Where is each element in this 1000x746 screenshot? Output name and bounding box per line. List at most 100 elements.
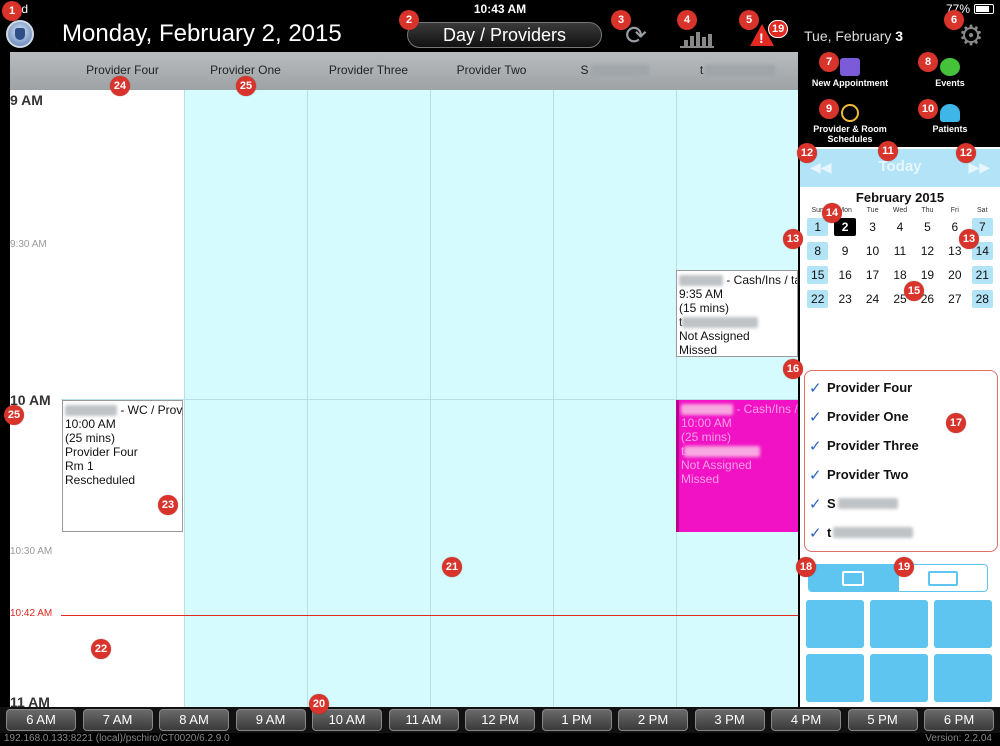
layout-tile[interactable] [870, 654, 928, 702]
column-header[interactable]: t [676, 63, 799, 77]
annotation-badge: 17 [946, 413, 966, 433]
annotation-badge: 12 [956, 143, 976, 163]
hour-button[interactable]: 9 AM [235, 709, 306, 731]
column-header[interactable]: Provider Three [307, 63, 430, 77]
patients-button[interactable]: Patients [900, 104, 1000, 134]
calendar-day[interactable]: 8 [807, 242, 829, 260]
footer: 192.168.0.133:8221 (local)/pschiro/CT002… [0, 733, 1000, 746]
schedules-button[interactable]: Provider & Room Schedules [800, 104, 900, 144]
calendar-day[interactable]: 9 [834, 242, 855, 260]
calendar-day[interactable]: 28 [971, 290, 993, 308]
calendar-day[interactable]: 24 [862, 290, 883, 308]
calendar-day[interactable]: 21 [971, 266, 993, 284]
calendar-day[interactable]: 19 [917, 266, 938, 284]
new-appointment-label: New Appointment [811, 78, 889, 88]
appointment-duration: (15 mins) [679, 301, 730, 315]
provider-filter-item[interactable]: ✓ S [805, 489, 997, 518]
layout-tile[interactable] [870, 600, 928, 648]
layout-tile[interactable] [934, 654, 992, 702]
alert-count-badge: 19 [768, 20, 789, 38]
redacted-name [705, 65, 776, 77]
annotation-badge: 6 [944, 10, 964, 30]
next-icon[interactable]: ▶▶ [968, 159, 990, 176]
calendar-day[interactable]: 20 [944, 266, 965, 284]
events-label: Events [935, 78, 965, 88]
gear-icon[interactable]: ⚙ [958, 22, 984, 50]
provider-filter-label: Provider Four [827, 380, 913, 395]
calendar-day[interactable]: 22 [807, 290, 829, 308]
column-header[interactable]: Provider Two [430, 63, 553, 77]
page-title: Monday, February 2, 2015 [62, 20, 342, 47]
annotation-badge: 8 [918, 52, 938, 72]
hour-button[interactable]: 1 PM [541, 709, 612, 731]
appointment-card[interactable]: - Cash/Ins / ta 9:35 AM (15 mins) t Not … [676, 270, 798, 357]
provider-filter-list: ✓ Provider Four ✓ Provider One ✓ Provider T… [804, 370, 998, 552]
provider-filter-label: Provider Three [827, 438, 919, 453]
annotation-badge: 9 [819, 99, 839, 119]
check-icon: ✓ [809, 437, 822, 455]
hour-button[interactable]: 6 AM [6, 709, 76, 731]
calendar-day[interactable]: 27 [944, 290, 965, 308]
redacted-name [837, 498, 898, 509]
annotation-badge: 5 [739, 10, 759, 30]
check-icon: ✓ [809, 408, 822, 426]
monitor-icon [842, 570, 864, 586]
hour-button[interactable]: 4 PM [771, 709, 841, 731]
calendar-day[interactable]: 15 [807, 266, 829, 284]
hour-button[interactable]: 2 PM [618, 709, 688, 731]
schedule-grid[interactable]: - WC / Prov 10:00 AM (25 mins) Provider … [61, 90, 798, 707]
calendar-day[interactable]: 18 [889, 266, 910, 284]
next-day-number: 3 [895, 28, 904, 44]
appointment-duration: (25 mins) [65, 431, 116, 445]
layout-tile[interactable] [806, 600, 864, 648]
layout-tile[interactable] [806, 654, 864, 702]
annotation-badge: 2 [399, 10, 419, 30]
appointment-status: Missed [679, 343, 718, 357]
appointment-time: 10:00 AM [65, 417, 116, 431]
annotation-badge: 18 [796, 557, 816, 577]
hour-button[interactable]: 7 AM [82, 709, 153, 731]
column-header[interactable]: S [553, 63, 676, 77]
hour-jump-bar: 6 AM 7 AM 8 AM 9 AM 10 AM 11 AM 12 PM 1 … [0, 707, 1000, 733]
calendar-day[interactable]: 23 [834, 290, 855, 308]
hour-button[interactable]: 12 PM [465, 709, 535, 731]
events-button[interactable]: Events [900, 58, 1000, 88]
app-logo-icon[interactable] [6, 20, 34, 48]
time-label: 9:30 AM [10, 239, 47, 250]
provider-filter-item[interactable]: ✓ Provider Four [805, 373, 997, 402]
calendar-day[interactable]: 10 [862, 242, 883, 260]
provider-filter-item[interactable]: ✓ t [805, 518, 997, 547]
hour-button[interactable]: 6 PM [924, 709, 994, 731]
hour-button[interactable]: 5 PM [847, 709, 918, 731]
provider-filter-item[interactable]: ✓ Provider One [805, 402, 997, 431]
annotation-badge: 10 [918, 99, 938, 119]
next-day-label[interactable]: Tue, February 3 [804, 28, 903, 44]
hour-button[interactable]: 8 AM [159, 709, 229, 731]
calendar-day[interactable]: 4 [889, 218, 910, 236]
redacted-patient [65, 405, 117, 417]
calendar-day[interactable]: 5 [917, 218, 938, 236]
provider-filter-item[interactable]: ✓ Provider Three [805, 431, 997, 460]
weekday: Wed [892, 207, 908, 214]
hour-button[interactable]: 11 AM [388, 709, 459, 731]
layout-tile[interactable] [934, 600, 992, 648]
calendar-day[interactable]: 16 [834, 266, 855, 284]
calendar-day[interactable]: 17 [862, 266, 883, 284]
version-info: Version: 2.2.04 [925, 733, 992, 744]
swipe-gesture-icon: ✌ [67, 643, 91, 674]
calendar-day[interactable]: 12 [917, 242, 938, 260]
redacted-patient [681, 404, 733, 416]
hour-button[interactable]: 3 PM [694, 709, 765, 731]
single-view-button[interactable] [808, 564, 898, 592]
calendar-day[interactable]: 11 [889, 242, 910, 260]
missed-appointment-card[interactable]: - Cash/Ins / 10:00 AM (25 mins) t Not As… [676, 400, 798, 532]
calendar-day[interactable]: 3 [862, 218, 883, 236]
column-header[interactable]: Provider One [184, 63, 307, 77]
view-mode-button[interactable]: Day / Providers [407, 22, 602, 48]
events-icon [940, 58, 960, 76]
provider-filter-item[interactable]: ✓ Provider Two [805, 460, 997, 489]
annotation-badge: 19 [894, 557, 914, 577]
column-header[interactable]: Provider Four [61, 63, 184, 77]
annotation-badge: 11 [878, 141, 898, 161]
new-appointment-button[interactable]: New Appointment [800, 58, 900, 88]
